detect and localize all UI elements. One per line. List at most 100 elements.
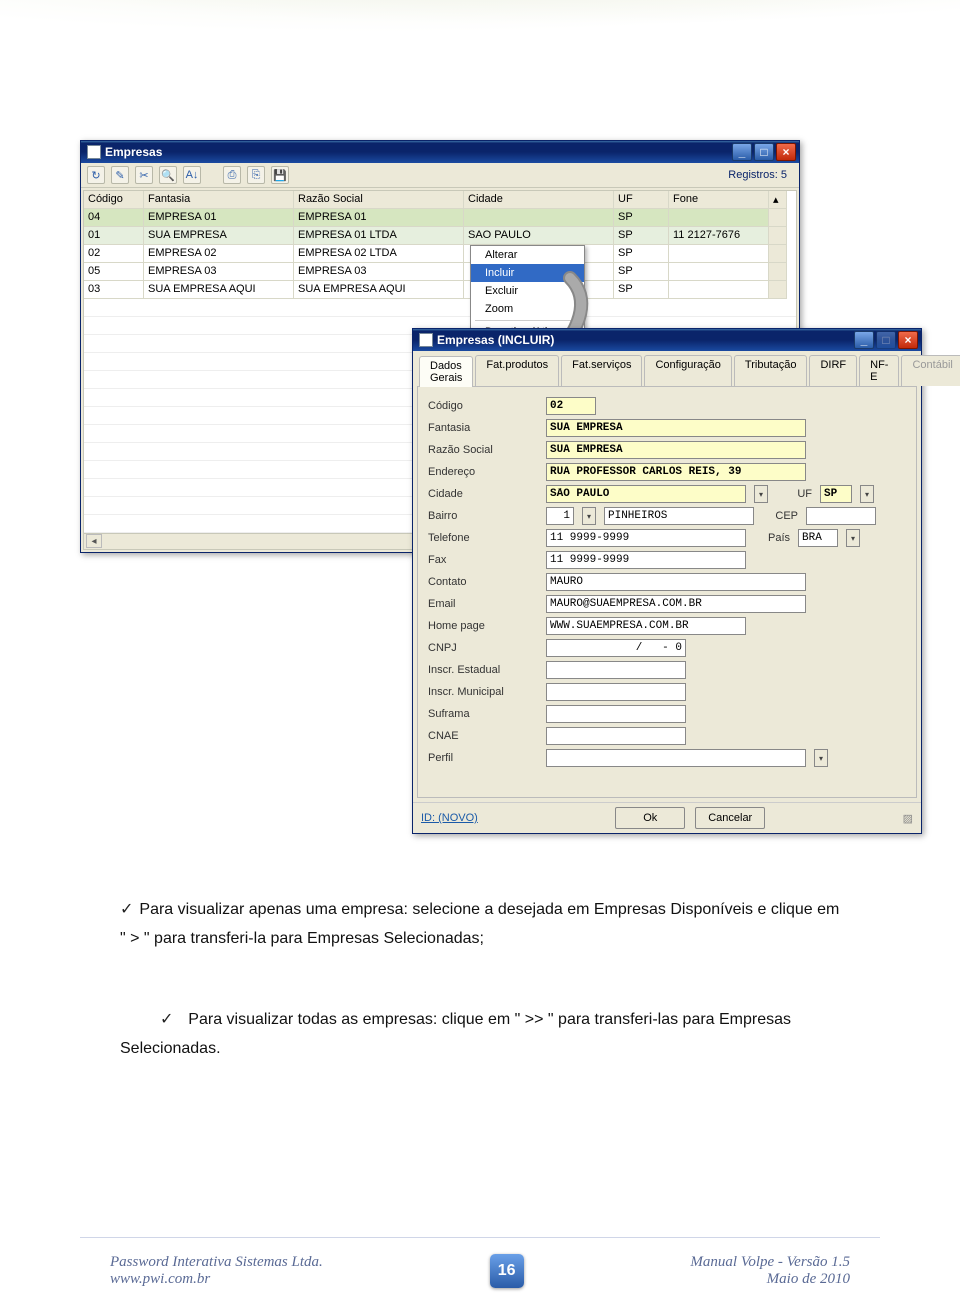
tab-bar: Dados Gerais Fat.produtos Fat.serviços C… — [413, 351, 921, 386]
label-suframa: Suframa — [428, 708, 538, 720]
bairro-field[interactable] — [604, 507, 754, 525]
pais-field[interactable] — [798, 529, 838, 547]
label-pais: País — [760, 532, 790, 544]
label-email: Email — [428, 598, 538, 610]
grid-header: Código Fantasia Razão Social Cidade UF F… — [84, 191, 796, 209]
tab-configuracao[interactable]: Configuração — [644, 355, 731, 386]
tab-tributacao[interactable]: Tributação — [734, 355, 808, 386]
label-fantasia: Fantasia — [428, 422, 538, 434]
tab-fat-servicos[interactable]: Fat.serviços — [561, 355, 642, 386]
footer-manual: Manual Volpe - Versão 1.5 — [690, 1254, 850, 1271]
scroll-up-icon[interactable]: ▴ — [769, 191, 787, 209]
ok-button[interactable]: Ok — [615, 807, 685, 829]
window-title: Empresas — [105, 145, 162, 159]
status-id: ID: (NOVO) — [421, 812, 478, 824]
label-homepage: Home page — [428, 620, 538, 632]
sort-icon[interactable]: A↓ — [183, 166, 201, 184]
label-fax: Fax — [428, 554, 538, 566]
label-codigo: Código — [428, 400, 538, 412]
label-razao: Razão Social — [428, 444, 538, 456]
table-row[interactable]: 04EMPRESA 01EMPRESA 01SP — [84, 209, 796, 227]
label-cep: CEP — [768, 510, 798, 522]
inscr-mun-field[interactable] — [546, 683, 686, 701]
maximize-button[interactable]: □ — [876, 331, 896, 349]
titlebar[interactable]: Empresas _ □ × — [81, 141, 799, 163]
page-number: 16 — [490, 1254, 524, 1288]
table-row[interactable]: 03SUA EMPRESA AQUISUA EMPRESA AQUISP — [84, 281, 796, 299]
uf-lookup-icon[interactable]: ▾ — [860, 485, 874, 503]
status-bar: ID: (NOVO) Ok Cancelar ▨ — [413, 802, 921, 833]
scroll-left-icon[interactable]: ◂ — [86, 534, 102, 548]
tab-dirf[interactable]: DIRF — [809, 355, 857, 386]
fantasia-field[interactable] — [546, 419, 806, 437]
check-icon: ✓ — [120, 901, 133, 918]
cidade-field[interactable] — [546, 485, 746, 503]
save-icon[interactable]: 💾 — [271, 166, 289, 184]
minimize-button[interactable]: _ — [854, 331, 874, 349]
cnae-field[interactable] — [546, 727, 686, 745]
label-cidade: Cidade — [428, 488, 538, 500]
resize-grip-icon[interactable]: ▨ — [903, 812, 913, 825]
table-row[interactable]: 01SUA EMPRESAEMPRESA 01 LTDASAO PAULOSP1… — [84, 227, 796, 245]
page-footer: Password Interativa Sistemas Ltda. www.p… — [0, 1254, 960, 1288]
uf-field[interactable] — [820, 485, 852, 503]
check-icon: ✓ — [160, 1011, 173, 1028]
tab-contabil: Contábil — [901, 355, 960, 386]
bairro-code-field[interactable] — [546, 507, 574, 525]
perfil-dropdown-icon[interactable]: ▾ — [814, 749, 828, 767]
label-uf: UF — [782, 488, 812, 500]
label-perfil: Perfil — [428, 752, 538, 764]
inscr-est-field[interactable] — [546, 661, 686, 679]
app-icon — [87, 145, 101, 159]
pais-lookup-icon[interactable]: ▾ — [846, 529, 860, 547]
close-button[interactable]: × — [898, 331, 918, 349]
new-icon[interactable]: ✎ — [111, 166, 129, 184]
telefone-field[interactable] — [546, 529, 746, 547]
app-icon — [419, 333, 433, 347]
menu-excluir[interactable]: Excluir — [471, 282, 584, 300]
codigo-field[interactable] — [546, 397, 596, 415]
search-icon[interactable]: 🔍 — [159, 166, 177, 184]
refresh-icon[interactable]: ↻ — [87, 166, 105, 184]
label-inscr-est: Inscr. Estadual — [428, 664, 538, 676]
paragraph-2: ✓ Para visualizar todas as empresas: cli… — [120, 1006, 840, 1064]
empresas-incluir-window: Empresas (INCLUIR) _ □ × Dados Gerais Fa… — [412, 328, 922, 834]
email-field[interactable] — [546, 595, 806, 613]
razao-field[interactable] — [546, 441, 806, 459]
find-icon[interactable]: ✂ — [135, 166, 153, 184]
endereco-field[interactable] — [546, 463, 806, 481]
minimize-button[interactable]: _ — [732, 143, 752, 161]
print-icon[interactable]: ⎙ — [223, 166, 241, 184]
cidade-lookup-icon[interactable]: ▾ — [754, 485, 768, 503]
cep-field[interactable] — [806, 507, 876, 525]
cancel-button[interactable]: Cancelar — [695, 807, 765, 829]
homepage-field[interactable] — [546, 617, 746, 635]
tab-nfe[interactable]: NF-E — [859, 355, 899, 386]
bairro-lookup-icon[interactable]: ▾ — [582, 507, 596, 525]
window-title: Empresas (INCLUIR) — [437, 333, 554, 347]
perfil-field[interactable] — [546, 749, 806, 767]
cnpj-field[interactable] — [546, 639, 686, 657]
tab-dados-gerais[interactable]: Dados Gerais — [419, 356, 473, 387]
label-cnae: CNAE — [428, 730, 538, 742]
printall-icon[interactable]: ⎘ — [247, 166, 265, 184]
menu-zoom[interactable]: Zoom — [471, 300, 584, 318]
footer-company: Password Interativa Sistemas Ltda. — [110, 1254, 323, 1271]
suframa-field[interactable] — [546, 705, 686, 723]
tab-fat-produtos[interactable]: Fat.produtos — [475, 355, 559, 386]
record-count: Registros: 5 — [728, 169, 793, 181]
menu-incluir[interactable]: Incluir — [471, 264, 584, 282]
contato-field[interactable] — [546, 573, 806, 591]
table-row[interactable]: 05EMPRESA 03EMPRESA 03SP — [84, 263, 796, 281]
form-dados-gerais: Código Fantasia Razão Social Endereço Ci… — [417, 386, 917, 798]
label-inscr-mun: Inscr. Municipal — [428, 686, 538, 698]
table-row[interactable]: 02EMPRESA 02EMPRESA 02 LTDASP — [84, 245, 796, 263]
label-endereco: Endereço — [428, 466, 538, 478]
maximize-button[interactable]: □ — [754, 143, 774, 161]
menu-alterar[interactable]: Alterar — [471, 246, 584, 264]
close-button[interactable]: × — [776, 143, 796, 161]
titlebar-incluir[interactable]: Empresas (INCLUIR) _ □ × — [413, 329, 921, 351]
label-contato: Contato — [428, 576, 538, 588]
label-telefone: Telefone — [428, 532, 538, 544]
fax-field[interactable] — [546, 551, 746, 569]
